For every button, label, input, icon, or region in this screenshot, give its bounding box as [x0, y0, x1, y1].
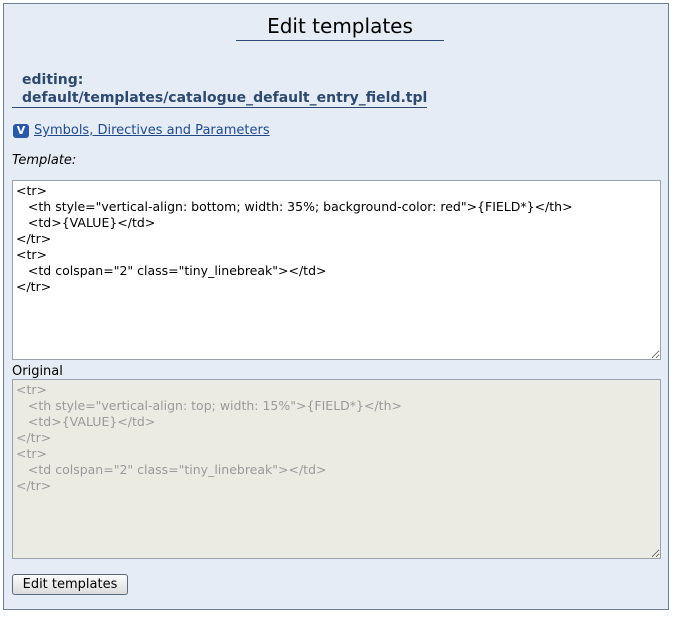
chevron-down-icon[interactable]: V	[13, 123, 29, 138]
page-title: Edit templates	[236, 14, 444, 41]
editing-file-path: default/templates/catalogue_default_entr…	[12, 89, 428, 108]
editing-info: editing: default/templates/catalogue_def…	[12, 71, 428, 108]
edit-templates-panel: Edit templates editing: default/template…	[3, 3, 669, 610]
symbols-directives-link[interactable]: Symbols, Directives and Parameters	[34, 123, 270, 138]
help-toggle[interactable]: V Symbols, Directives and Parameters	[13, 123, 270, 138]
original-label: Original	[12, 364, 63, 379]
editing-label: editing:	[22, 72, 84, 88]
template-label: Template:	[12, 153, 77, 168]
edit-templates-button[interactable]: Edit templates	[12, 574, 128, 595]
template-textarea[interactable]: <tr> <th style="vertical-align: bottom; …	[12, 180, 661, 360]
original-textarea: <tr> <th style="vertical-align: top; wid…	[12, 379, 661, 559]
